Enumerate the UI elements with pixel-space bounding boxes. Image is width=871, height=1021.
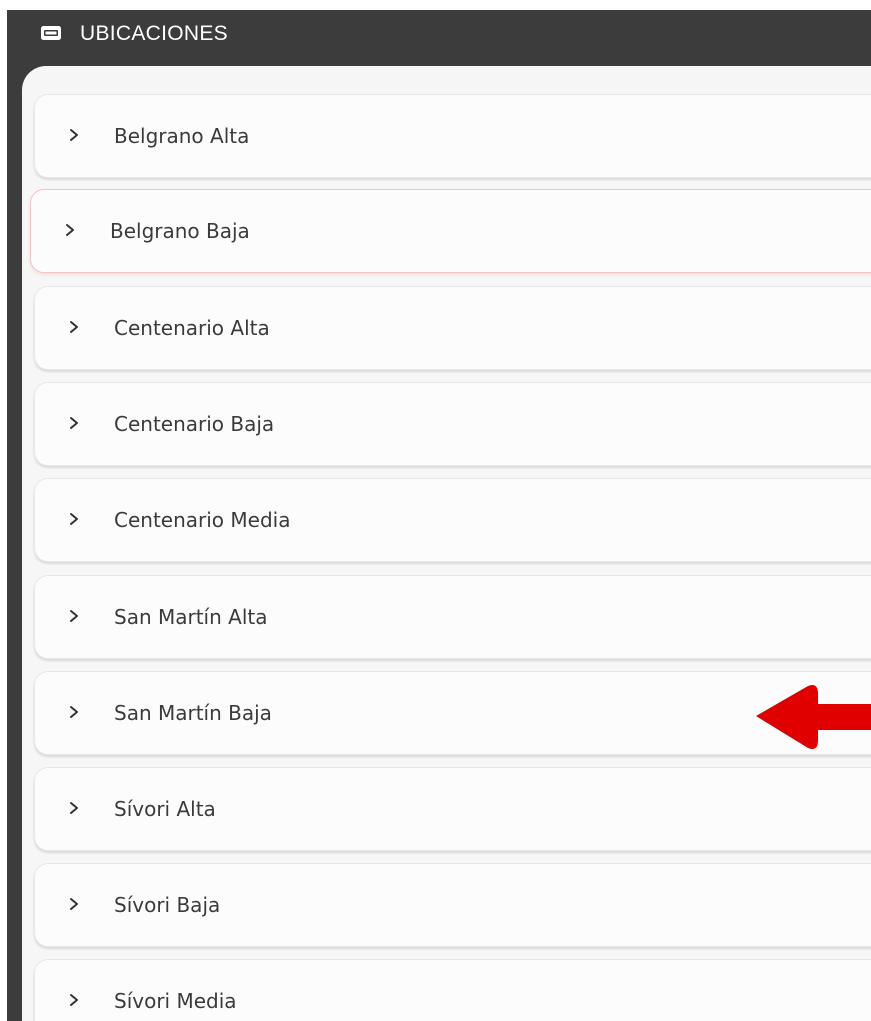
locations-list: Belgrano Alta Belgrano Baja Centenario A… xyxy=(22,66,871,1021)
location-item-sivori-alta[interactable]: Sívori Alta xyxy=(34,767,871,851)
location-label: Centenario Alta xyxy=(114,316,270,340)
chevron-right-icon xyxy=(70,994,78,1006)
location-label: Belgrano Alta xyxy=(114,124,250,148)
location-item-belgrano-baja[interactable]: Belgrano Baja xyxy=(30,189,871,273)
locations-panel: UBICACIONES Belgrano Alta Belgrano Baja … xyxy=(7,10,871,1021)
location-item-sivori-baja[interactable]: Sívori Baja xyxy=(34,863,871,947)
location-label: San Martín Baja xyxy=(114,701,272,725)
screenshot-frame: UBICACIONES Belgrano Alta Belgrano Baja … xyxy=(0,0,871,1021)
panel-title: UBICACIONES xyxy=(80,22,228,45)
location-label: Centenario Baja xyxy=(114,412,275,436)
location-item-centenario-baja[interactable]: Centenario Baja xyxy=(34,382,871,466)
location-item-sivori-media[interactable]: Sívori Media xyxy=(34,959,871,1021)
location-item-belgrano-alta[interactable]: Belgrano Alta xyxy=(34,94,871,178)
location-label: Sívori Baja xyxy=(114,893,221,917)
chevron-right-icon xyxy=(70,129,78,141)
chevron-right-icon xyxy=(70,706,78,718)
chevron-right-icon xyxy=(70,802,78,814)
annotation-arrow-icon xyxy=(756,685,871,749)
chevron-right-icon xyxy=(70,513,78,525)
location-item-centenario-alta[interactable]: Centenario Alta xyxy=(34,286,871,370)
chevron-right-icon xyxy=(70,321,78,333)
location-label: San Martín Alta xyxy=(114,605,268,629)
location-item-san-martin-alta[interactable]: San Martín Alta xyxy=(34,575,871,659)
location-label: Sívori Media xyxy=(114,989,237,1013)
location-label: Centenario Media xyxy=(114,508,291,532)
chevron-right-icon xyxy=(70,898,78,910)
location-item-centenario-media[interactable]: Centenario Media xyxy=(34,478,871,562)
location-item-san-martin-baja[interactable]: San Martín Baja xyxy=(34,671,871,755)
ticket-icon xyxy=(41,26,61,40)
panel-header: UBICACIONES xyxy=(7,10,871,57)
location-label: Belgrano Baja xyxy=(110,219,250,243)
chevron-right-icon xyxy=(70,417,78,429)
location-label: Sívori Alta xyxy=(114,797,216,821)
chevron-right-icon xyxy=(66,224,74,236)
chevron-right-icon xyxy=(70,610,78,622)
